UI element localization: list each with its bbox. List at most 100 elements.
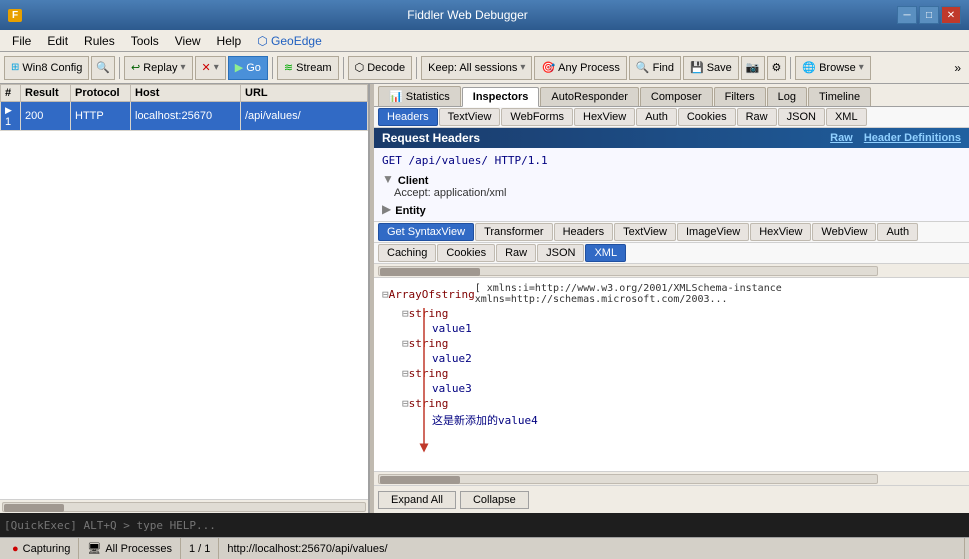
xml-hscroll-top[interactable]	[374, 264, 969, 278]
root-collapse-icon[interactable]: ⊟	[382, 288, 389, 301]
tab-inspectors[interactable]: Inspectors	[462, 87, 540, 107]
menu-geoedge[interactable]: ⬡ GeoEdge	[249, 32, 330, 50]
resp-subtab-raw[interactable]: Raw	[496, 244, 536, 262]
menu-help[interactable]: Help	[209, 32, 250, 50]
col-url[interactable]: URL	[241, 85, 368, 102]
browse-button[interactable]: 🌐 Browse ▾	[795, 56, 870, 80]
subtab-raw[interactable]: Raw	[737, 108, 777, 126]
resp-subtab-textview[interactable]: TextView	[614, 223, 676, 241]
maximize-button[interactable]: □	[919, 6, 939, 24]
string1-collapse-icon[interactable]: ⊟	[402, 307, 409, 320]
string3-collapse-icon[interactable]: ⊟	[402, 367, 409, 380]
resp-subtab-headers[interactable]: Headers	[554, 223, 614, 241]
string3-tag: string	[409, 367, 449, 380]
collapse-button[interactable]: Collapse	[460, 491, 529, 509]
xml-value3-line[interactable]: value3	[432, 381, 961, 396]
subtab-json[interactable]: JSON	[778, 108, 825, 126]
resp-subtab-caching[interactable]: Caching	[378, 244, 436, 262]
resp-subtab-cookies[interactable]: Cookies	[437, 244, 495, 262]
resp-subtab-hexview[interactable]: HexView	[750, 223, 811, 241]
title-bar: F Fiddler Web Debugger ─ □ ✕	[0, 0, 969, 30]
xml-hscroll-track[interactable]	[378, 266, 878, 276]
save-button[interactable]: 💾 Save	[683, 56, 739, 80]
subtab-textview[interactable]: TextView	[439, 108, 501, 126]
camera-button[interactable]: 📷	[741, 56, 765, 80]
col-protocol[interactable]: Protocol	[71, 85, 131, 102]
remove-dropdown-icon[interactable]: ▾	[214, 62, 219, 73]
subtab-hexview[interactable]: HexView	[574, 108, 635, 126]
settings-button[interactable]: ⚙	[767, 56, 787, 80]
toolbar-expand-button[interactable]: »	[950, 59, 965, 77]
tab-filters[interactable]: Filters	[714, 87, 766, 106]
keep-button[interactable]: Keep: All sessions ▾	[421, 56, 532, 80]
menu-rules[interactable]: Rules	[76, 32, 123, 50]
find-button[interactable]: 🔍 Find	[629, 56, 681, 80]
hscroll-thumb[interactable]	[4, 504, 64, 512]
col-num[interactable]: #	[1, 85, 21, 102]
quickexec-input[interactable]	[4, 519, 965, 532]
xml-string2-line[interactable]: ⊟ string	[402, 336, 961, 351]
any-process-button[interactable]: 🎯 Any Process	[534, 56, 626, 80]
header-defs-link[interactable]: Header Definitions	[864, 132, 961, 144]
close-button[interactable]: ✕	[941, 6, 961, 24]
toolbar: ⊞ Win8 Config 🔍 ↩ Replay ▾ ✕ ▾ ▶ Go ≋ St…	[0, 52, 969, 84]
decode-button[interactable]: ⬡ Decode	[348, 56, 413, 80]
string4-collapse-icon[interactable]: ⊟	[402, 397, 409, 410]
keep-dropdown-icon[interactable]: ▾	[520, 62, 525, 73]
xml-hscroll-thumb[interactable]	[380, 268, 480, 276]
search-button[interactable]: 🔍	[91, 56, 115, 80]
win8config-button[interactable]: ⊞ Win8 Config	[4, 56, 89, 80]
left-scroll[interactable]	[0, 499, 368, 513]
go-button[interactable]: ▶ Go	[228, 56, 268, 80]
resp-subtab-xml[interactable]: XML	[585, 244, 626, 262]
tab-log[interactable]: Log	[767, 87, 807, 106]
stream-button[interactable]: ≋ Stream	[277, 56, 339, 80]
menu-file[interactable]: File	[4, 32, 39, 50]
replay-button[interactable]: ↩ Replay ▾	[124, 56, 193, 80]
expand-all-button[interactable]: Expand All	[378, 491, 456, 509]
stats-icon: 📊	[389, 91, 403, 103]
raw-link[interactable]: Raw	[830, 132, 853, 144]
menu-view[interactable]: View	[167, 32, 209, 50]
resp-subtab-auth[interactable]: Auth	[877, 223, 918, 241]
subtab-cookies[interactable]: Cookies	[678, 108, 736, 126]
resp-subtab-webview[interactable]: WebView	[812, 223, 876, 241]
xml-hscroll-bottom[interactable]	[374, 471, 969, 485]
browse-dropdown-icon[interactable]: ▾	[859, 62, 864, 73]
subtab-xml-req[interactable]: XML	[826, 108, 867, 126]
tab-statistics[interactable]: 📊 Statistics	[378, 86, 461, 106]
xml-hscroll-bottom-thumb[interactable]	[380, 476, 460, 484]
tab-autoresponder[interactable]: AutoResponder	[540, 87, 638, 106]
entity-expand-icon[interactable]: ▶	[382, 202, 391, 216]
subtab-headers[interactable]: Headers	[378, 108, 438, 126]
resp-subtab-json[interactable]: JSON	[537, 244, 584, 262]
string2-collapse-icon[interactable]: ⊟	[402, 337, 409, 350]
xml-value1-line[interactable]: value1	[432, 321, 961, 336]
xml-string3-line[interactable]: ⊟ string	[402, 366, 961, 381]
xml-root-line[interactable]: ⊟ ArrayOfstring [ xmlns:i=http://www.w3.…	[382, 282, 961, 306]
find-icon: 🔍	[636, 61, 650, 74]
tab-composer[interactable]: Composer	[640, 87, 713, 106]
remove-button[interactable]: ✕ ▾	[195, 56, 226, 80]
col-result[interactable]: Result	[21, 85, 71, 102]
tab-timeline[interactable]: Timeline	[808, 87, 871, 106]
col-host[interactable]: Host	[131, 85, 241, 102]
subtab-webforms[interactable]: WebForms	[501, 108, 573, 126]
resp-subtab-transformer[interactable]: Transformer	[475, 223, 553, 241]
hscroll-track[interactable]	[2, 502, 366, 512]
xml-value2-line[interactable]: value2	[432, 351, 961, 366]
menu-tools[interactable]: Tools	[123, 32, 167, 50]
resp-subtab-getsyntaxview[interactable]: Get SyntaxView	[378, 223, 474, 241]
xml-hscroll-bottom-track[interactable]	[378, 474, 878, 484]
xml-string1-line[interactable]: ⊟ string	[402, 306, 961, 321]
xml-string4-line[interactable]: ⊟ string	[402, 396, 961, 411]
subtab-auth[interactable]: Auth	[636, 108, 677, 126]
xml-value4-line[interactable]: 这是新添加的value4	[432, 411, 961, 429]
resp-subtab-imageview[interactable]: ImageView	[677, 223, 749, 241]
client-expand-icon[interactable]: ▼	[382, 172, 394, 186]
xml-content[interactable]: ⊟ ArrayOfstring [ xmlns:i=http://www.w3.…	[374, 278, 969, 471]
table-row[interactable]: ▶ 1 200 HTTP localhost:25670 /api/values…	[1, 102, 368, 131]
replay-dropdown-icon[interactable]: ▾	[180, 62, 185, 73]
minimize-button[interactable]: ─	[897, 6, 917, 24]
menu-edit[interactable]: Edit	[39, 32, 76, 50]
